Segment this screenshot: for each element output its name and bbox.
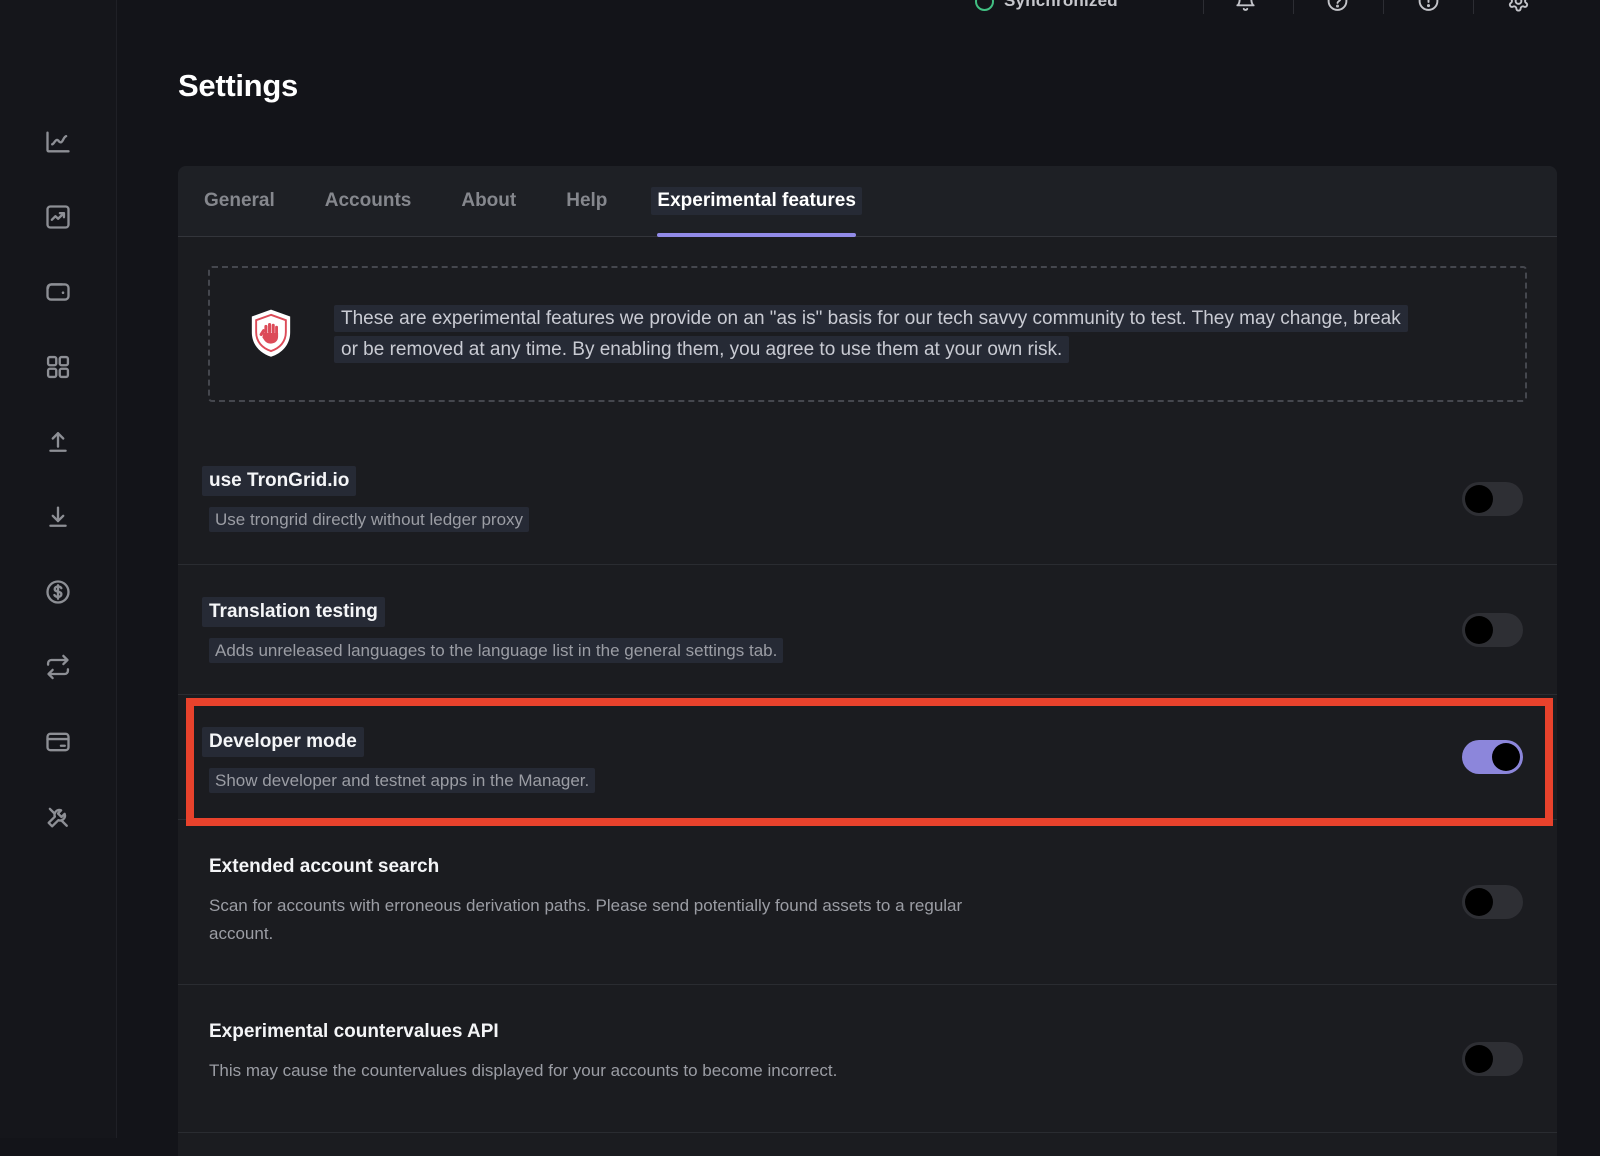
developer-mode-toggle[interactable] bbox=[1462, 740, 1523, 774]
countervalues-api-toggle[interactable] bbox=[1462, 1042, 1523, 1076]
setting-row-extended-account-search: Extended account search Scan for account… bbox=[178, 820, 1557, 985]
tab-accounts[interactable]: Accounts bbox=[325, 166, 412, 236]
sync-status[interactable]: Synchronized bbox=[975, 0, 1118, 11]
settings-panel: General Accounts About Help Experimental… bbox=[178, 166, 1557, 1156]
topbar: Synchronized bbox=[117, 0, 1600, 14]
trongrid-toggle[interactable] bbox=[1462, 482, 1523, 516]
settings-rows: use TronGrid.io Use trongrid directly wi… bbox=[178, 434, 1557, 1133]
sidebar-item-buy[interactable] bbox=[44, 578, 72, 606]
tab-help[interactable]: Help bbox=[566, 166, 607, 236]
tools-icon bbox=[44, 803, 72, 831]
settings-gear-icon[interactable] bbox=[1507, 0, 1530, 13]
help-circle-icon[interactable] bbox=[1326, 0, 1349, 13]
setting-description: Scan for accounts with erroneous derivat… bbox=[209, 892, 989, 948]
topbar-divider bbox=[1383, 0, 1384, 14]
setting-description: Show developer and testnet apps in the M… bbox=[209, 767, 989, 795]
setting-title: use TronGrid.io bbox=[202, 466, 356, 496]
shield-hand-icon bbox=[248, 308, 294, 360]
active-tab-underline bbox=[657, 233, 856, 237]
sidebar bbox=[0, 0, 117, 1138]
setting-description: This may cause the countervalues display… bbox=[209, 1057, 989, 1085]
warning-text: These are experimental features we provi… bbox=[334, 303, 1404, 365]
setting-description: Use trongrid directly without ledger pro… bbox=[209, 506, 989, 534]
trend-chart-icon bbox=[44, 203, 72, 231]
arrow-up-from-line-icon bbox=[44, 428, 72, 456]
topbar-divider bbox=[1473, 0, 1474, 14]
tab-about[interactable]: About bbox=[461, 166, 516, 236]
notifications-bell-icon[interactable] bbox=[1234, 0, 1257, 13]
sidebar-item-portfolio[interactable] bbox=[44, 128, 72, 156]
tab-general[interactable]: General bbox=[204, 166, 275, 236]
arrow-down-to-line-icon bbox=[44, 503, 72, 531]
settings-tabs: General Accounts About Help Experimental… bbox=[178, 166, 1557, 237]
setting-row-developer-mode: Developer mode Show developer and testne… bbox=[178, 695, 1557, 820]
setting-row-trongrid: use TronGrid.io Use trongrid directly wi… bbox=[178, 434, 1557, 565]
experimental-warning-banner: These are experimental features we provi… bbox=[208, 266, 1527, 402]
toggle-knob bbox=[1465, 616, 1493, 644]
sidebar-item-receive[interactable] bbox=[44, 503, 72, 531]
toggle-knob bbox=[1492, 743, 1520, 771]
sidebar-item-experimental[interactable] bbox=[44, 803, 72, 831]
setting-title: Extended account search bbox=[209, 856, 439, 878]
toggle-knob bbox=[1465, 485, 1493, 513]
grid-icon bbox=[44, 353, 72, 381]
wallet-icon bbox=[44, 278, 72, 306]
sync-check-icon bbox=[975, 0, 994, 11]
topbar-divider bbox=[1203, 0, 1204, 14]
line-chart-icon bbox=[44, 128, 72, 156]
sidebar-item-card[interactable] bbox=[44, 728, 72, 756]
setting-row-countervalues-api: Experimental countervalues API This may … bbox=[178, 985, 1557, 1133]
sidebar-item-send[interactable] bbox=[44, 428, 72, 456]
translation-testing-toggle[interactable] bbox=[1462, 613, 1523, 647]
dollar-circle-icon bbox=[44, 578, 72, 606]
tab-experimental-features[interactable]: Experimental features bbox=[657, 166, 856, 236]
credit-card-icon bbox=[44, 728, 72, 756]
page-title: Settings bbox=[178, 68, 298, 104]
toggle-knob bbox=[1465, 1045, 1493, 1073]
toggle-knob bbox=[1465, 888, 1493, 916]
sync-label: Synchronized bbox=[1004, 0, 1118, 11]
setting-title: Experimental countervalues API bbox=[209, 1021, 499, 1043]
setting-title: Developer mode bbox=[202, 727, 364, 757]
sidebar-item-market[interactable] bbox=[44, 203, 72, 231]
sidebar-item-swap[interactable] bbox=[44, 653, 72, 681]
sidebar-item-discover[interactable] bbox=[44, 353, 72, 381]
sidebar-item-accounts[interactable] bbox=[44, 278, 72, 306]
swap-repeat-icon bbox=[44, 653, 72, 681]
alert-circle-icon[interactable] bbox=[1417, 0, 1440, 13]
topbar-divider bbox=[1293, 0, 1294, 14]
setting-title: Translation testing bbox=[202, 597, 385, 627]
setting-description: Adds unreleased languages to the languag… bbox=[209, 637, 989, 665]
setting-row-translation-testing: Translation testing Adds unreleased lang… bbox=[178, 565, 1557, 695]
extended-account-search-toggle[interactable] bbox=[1462, 885, 1523, 919]
